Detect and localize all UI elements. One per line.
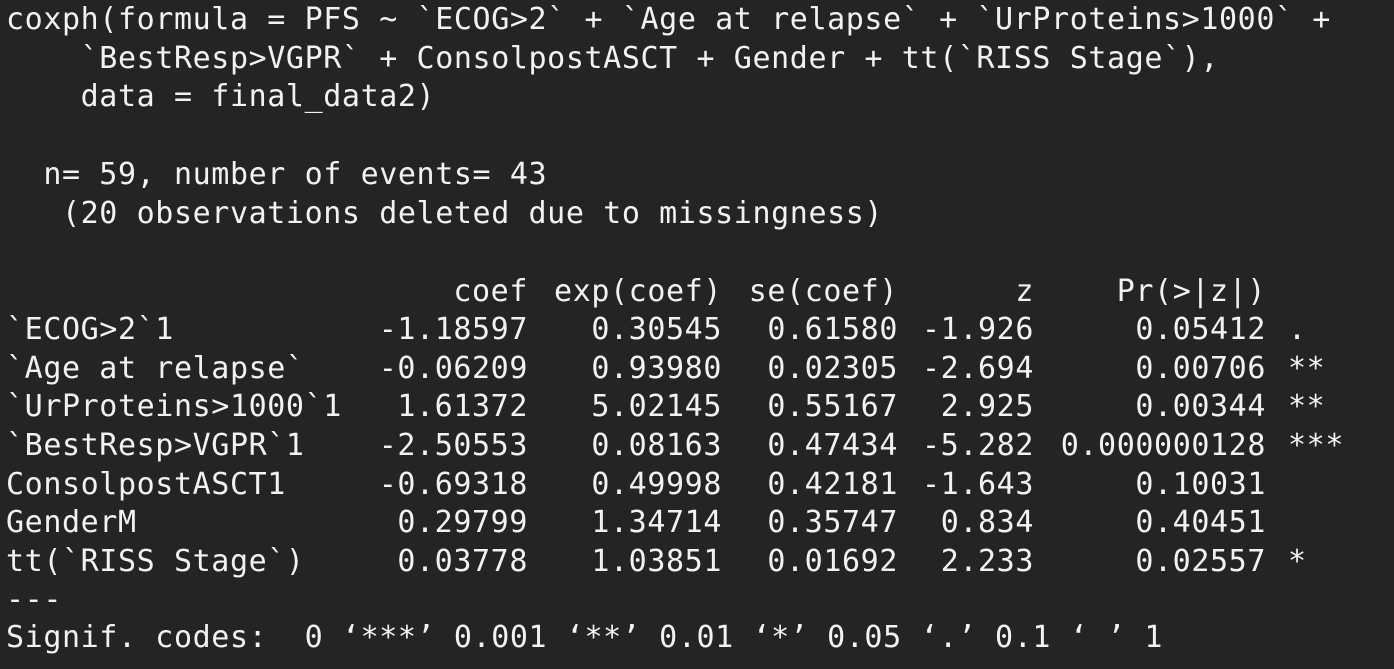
significance-stars: .: [1288, 312, 1307, 347]
p-value: 0.05412: [1135, 312, 1266, 347]
r-console-output: coxph(formula = PFS ~ `ECOG>2` + `Age at…: [0, 0, 1394, 669]
table-row: tt(`RISS Stage`) 0.03778 1.03851 0.01692 2.2…: [6, 542, 1376, 581]
call-line-3: data = final_data2): [6, 79, 436, 114]
p-value: 0.10031: [1135, 467, 1266, 502]
table-row: `ECOG>2`1 -1.18597 0.30545 0.61580 -1.926 0.0…: [6, 310, 1376, 349]
p-value: 0.00344: [1135, 389, 1266, 424]
call-line-1: coxph(formula = PFS ~ `ECOG>2` + `Age at…: [6, 2, 1331, 37]
significance-stars: *: [1288, 544, 1307, 579]
call-line-2: `BestResp>VGPR` + ConsolpostASCT + Gende…: [6, 41, 1219, 76]
p-value: 0.40451: [1135, 505, 1266, 540]
table-row: GenderM 0.29799 1.34714 0.35747 0.834 0.40451: [6, 503, 1376, 542]
significance-codes: Signif. codes: 0 ‘***’ 0.001 ‘**’ 0.01 ‘…: [6, 620, 1164, 655]
table-row: ConsolpostASCT1 -0.69318 0.49998 0.42181 -1.…: [6, 465, 1376, 504]
table-row: `Age at relapse` -0.06209 0.93980 0.02305 -2…: [6, 349, 1376, 388]
table-row: `UrProteins>1000`1 1.61372 5.02145 0.55167 2…: [6, 387, 1376, 426]
column-header-4: Pr(>|z|): [1116, 274, 1266, 309]
missingness-note: (20 observations deleted due to missingn…: [6, 196, 884, 231]
coefficient-table-header: coef exp(coef) se(coef) z Pr(>|z|): [6, 272, 1376, 311]
p-value: 0.000000128: [1060, 428, 1266, 463]
table-row: `BestResp>VGPR`1 -2.50553 0.08163 0.47434 -5…: [6, 426, 1376, 465]
sample-size-line: n= 59, number of events= 43: [6, 157, 548, 192]
term-label: GenderM: [6, 505, 137, 540]
p-value: 0.00706: [1135, 351, 1266, 386]
separator-line: ---: [6, 582, 62, 617]
significance-stars: **: [1288, 351, 1326, 386]
significance-stars: **: [1288, 389, 1326, 424]
significance-stars: ***: [1288, 428, 1344, 463]
p-value: 0.02557: [1135, 544, 1266, 579]
